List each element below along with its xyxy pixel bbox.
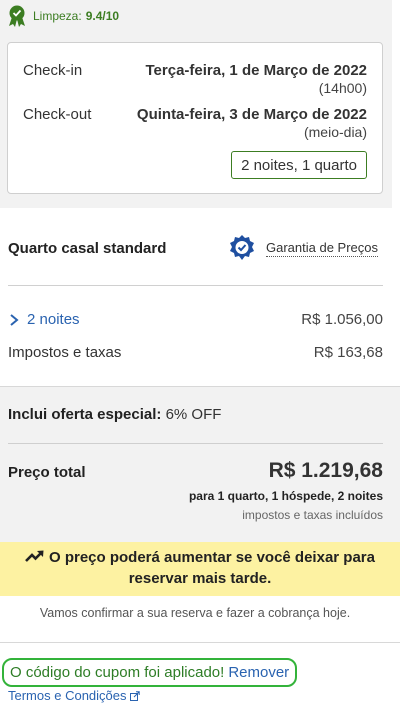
total-amount: R$ 1.219,68 [268, 459, 383, 482]
total-detail: para 1 quarto, 1 hóspede, 2 noites [188, 489, 383, 503]
terms-link[interactable]: Termos e Condições [8, 688, 140, 703]
price-guarantee-label: Garantia de Preços [266, 239, 379, 257]
offer-label: Inclui oferta especial: [8, 406, 162, 423]
coupon-applied-text: O código do cupom foi aplicado! [10, 664, 225, 681]
divider [8, 443, 383, 444]
divider [0, 642, 400, 643]
stay-summary-card: Limpeza: 9.4/10 Check-in Terça-feira, 1 … [0, 0, 392, 208]
offer-value: 6% OFF [165, 406, 222, 423]
trending-up-icon [25, 550, 44, 562]
confirmation-note: Vamos confirmar a sua reserva e fazer a … [39, 606, 351, 620]
rating-score: 9.4/10 [85, 9, 120, 23]
nights-value: R$ 1.056,00 [301, 311, 383, 328]
award-ribbon-icon [9, 5, 25, 27]
checkin-date: Terça-feira, 1 de Março de 2022 [145, 62, 368, 79]
nights-expand-link[interactable]: 2 noites [8, 311, 80, 328]
total-panel: Inclui oferta especial: 6% OFF Preço tot… [0, 386, 400, 542]
total-label: Preço total [8, 464, 86, 481]
checkout-label: Check-out [23, 106, 92, 123]
checkout-date: Quinta-feira, 3 de Março de 2022 [136, 106, 367, 123]
taxes-label: Impostos e taxas [8, 344, 122, 361]
rating-label: Limpeza: [33, 9, 82, 23]
room-title: Quarto casal standard [8, 240, 167, 257]
taxes-price-row: Impostos e taxas R$ 163,68 [8, 344, 383, 361]
price-guarantee-link[interactable]: Garantia de Preços [228, 234, 379, 262]
warning-text: O preço poderá aumentar se você deixar p… [49, 549, 375, 587]
total-taxes-note: impostos e taxas incluídos [242, 508, 383, 522]
external-link-icon [129, 690, 140, 701]
nights-price-row: 2 noites R$ 1.056,00 [8, 311, 383, 328]
coupon-applied-banner: O código do cupom foi aplicado! Remover [2, 658, 298, 687]
cleanliness-rating: Limpeza: 9.4/10 [8, 5, 119, 27]
remove-coupon-link[interactable]: Remover [228, 664, 289, 681]
checkin-label: Check-in [23, 62, 83, 79]
price-increase-warning: O preço poderá aumentar se você deixar p… [0, 542, 400, 596]
nights-label: 2 noites [27, 311, 80, 328]
checkin-time: (14h00) [318, 80, 367, 96]
nights-rooms-summary: 2 noites, 1 quarto [231, 151, 367, 179]
dates-box: Check-in Terça-feira, 1 de Março de 2022… [7, 42, 383, 194]
checkout-time: (meio-dia) [303, 124, 367, 140]
taxes-value: R$ 163,68 [313, 344, 383, 361]
price-guarantee-badge-icon [230, 235, 254, 260]
chevron-right-icon [10, 313, 19, 326]
terms-label: Termos e Condições [8, 688, 127, 703]
special-offer: Inclui oferta especial: 6% OFF [8, 406, 221, 423]
divider [8, 285, 383, 286]
